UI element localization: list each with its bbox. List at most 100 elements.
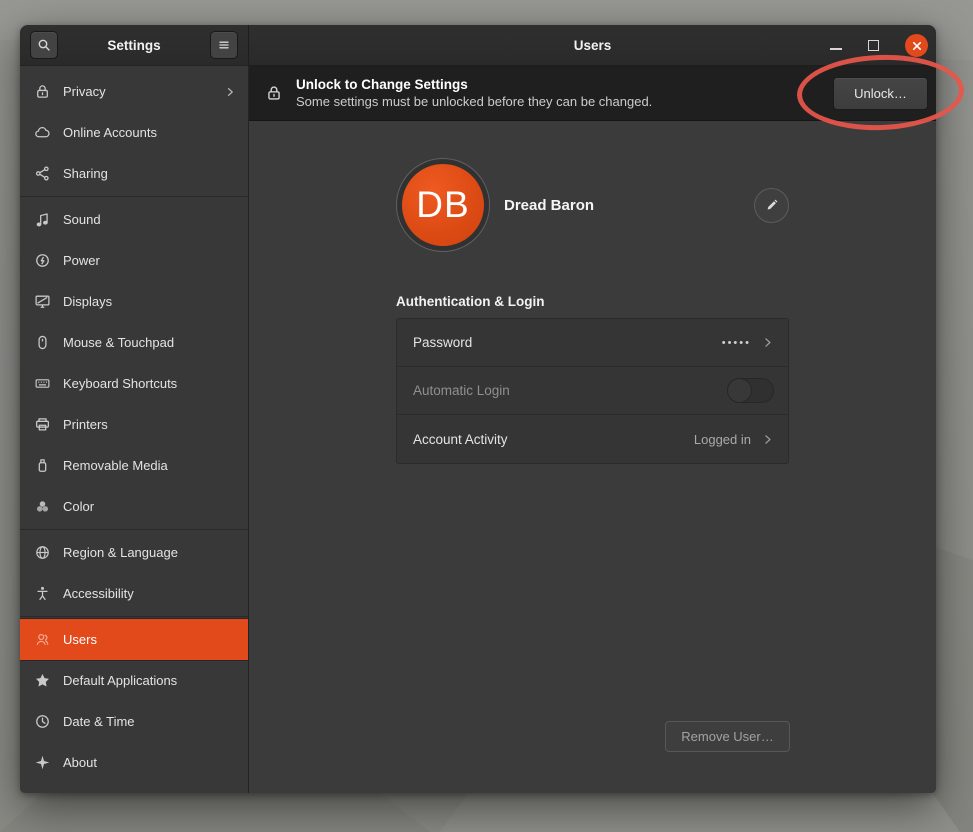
avatar-initials: DB [402, 164, 484, 246]
rename-user-button[interactable] [754, 188, 789, 223]
sidebar-item-label: About [63, 755, 236, 770]
automatic-login-label: Automatic Login [413, 383, 717, 398]
banner-subtitle: Some settings must be unlocked before th… [296, 94, 820, 109]
users-content: DB Dread Baron Authentication & Login Pa… [249, 121, 936, 793]
window-controls [830, 25, 928, 66]
account-activity-value: Logged in [694, 432, 751, 447]
main-header: Users [249, 25, 936, 66]
chevron-right-icon [761, 433, 774, 446]
color-circles-icon [34, 498, 51, 515]
search-icon [36, 37, 52, 53]
cloud-icon [34, 124, 51, 141]
auth-section-title: Authentication & Login [396, 294, 789, 309]
sidebar-separator [20, 616, 248, 617]
unlock-button[interactable]: Unlock… [833, 77, 928, 110]
minimize-icon [830, 48, 842, 50]
hamburger-icon [216, 37, 232, 53]
sidebar-item-label: Privacy [63, 84, 224, 99]
sidebar-item-color[interactable]: Color [20, 486, 248, 527]
lock-icon [34, 83, 51, 100]
sidebar-item-label: Online Accounts [63, 125, 236, 140]
sidebar-item-label: Default Applications [63, 673, 236, 688]
sidebar-item-label: Keyboard Shortcuts [63, 376, 236, 391]
banner-texts: Unlock to Change Settings Some settings … [296, 77, 820, 109]
sidebar-item-keyboard-shortcuts[interactable]: Keyboard Shortcuts [20, 363, 248, 404]
sidebar-separator [20, 529, 248, 530]
sidebar-item-label: Users [63, 632, 236, 647]
auth-card: Password ••••• Automatic Login Account A… [396, 318, 789, 464]
globe-icon [34, 544, 51, 561]
chevron-right-icon [761, 336, 774, 349]
sidebar: Privacy Online Accounts Sharing [20, 66, 249, 793]
sidebar-item-power[interactable]: Power [20, 240, 248, 281]
titlebar: Settings Users [20, 25, 936, 66]
chevron-right-icon [224, 86, 236, 98]
maximize-button[interactable] [868, 40, 879, 51]
sidebar-item-privacy[interactable]: Privacy [20, 71, 248, 112]
close-button[interactable] [905, 34, 928, 57]
minimize-button[interactable] [830, 42, 842, 50]
remove-user-button[interactable]: Remove User… [665, 721, 790, 752]
sidebar-item-label: Date & Time [63, 714, 236, 729]
search-button[interactable] [30, 31, 58, 59]
sidebar-item-online-accounts[interactable]: Online Accounts [20, 112, 248, 153]
flash-drive-icon [34, 457, 51, 474]
power-icon [34, 252, 51, 269]
lock-icon [265, 84, 283, 102]
sidebar-item-label: Accessibility [63, 586, 236, 601]
sidebar-item-region-language[interactable]: Region & Language [20, 532, 248, 573]
account-activity-label: Account Activity [413, 432, 684, 447]
sidebar-item-displays[interactable]: Displays [20, 281, 248, 322]
sidebar-item-sharing[interactable]: Sharing [20, 153, 248, 194]
password-row[interactable]: Password ••••• [397, 319, 788, 367]
avatar[interactable]: DB [396, 158, 490, 252]
sidebar-item-date-time[interactable]: Date & Time [20, 701, 248, 742]
sidebar-item-sound[interactable]: Sound [20, 199, 248, 240]
pencil-icon [765, 198, 779, 212]
password-label: Password [413, 335, 712, 350]
sidebar-separator [20, 196, 248, 197]
menu-button[interactable] [210, 31, 238, 59]
printer-icon [34, 416, 51, 433]
sidebar-item-label: Printers [63, 417, 236, 432]
user-full-name: Dread Baron [504, 197, 594, 214]
sidebar-item-label: Displays [63, 294, 236, 309]
sidebar-item-label: Sharing [63, 166, 236, 181]
account-activity-row[interactable]: Account Activity Logged in [397, 415, 788, 463]
share-icon [34, 165, 51, 182]
maximize-icon [868, 40, 879, 51]
users-icon [34, 631, 51, 648]
sidebar-item-accessibility[interactable]: Accessibility [20, 573, 248, 614]
music-note-icon [34, 211, 51, 228]
sidebar-item-label: Sound [63, 212, 236, 227]
keyboard-icon [34, 375, 51, 392]
unlock-banner: Unlock to Change Settings Some settings … [249, 66, 936, 121]
sidebar-item-users[interactable]: Users [20, 619, 248, 660]
sidebar-item-printers[interactable]: Printers [20, 404, 248, 445]
sidebar-item-label: Color [63, 499, 236, 514]
sidebar-item-about[interactable]: About [20, 742, 248, 783]
sidebar-item-removable-media[interactable]: Removable Media [20, 445, 248, 486]
sidebar-item-mouse-touchpad[interactable]: Mouse & Touchpad [20, 322, 248, 363]
mouse-icon [34, 334, 51, 351]
accessibility-icon [34, 585, 51, 602]
automatic-login-row: Automatic Login [397, 367, 788, 415]
star-icon [34, 672, 51, 689]
user-profile-row: DB Dread Baron [396, 158, 789, 252]
sparkle-icon [34, 754, 51, 771]
sidebar-item-default-applications[interactable]: Default Applications [20, 660, 248, 701]
display-icon [34, 293, 51, 310]
automatic-login-toggle[interactable] [727, 378, 774, 403]
sidebar-header: Settings [20, 25, 249, 66]
settings-window: Settings Users [20, 25, 936, 793]
sidebar-item-label: Power [63, 253, 236, 268]
close-icon [911, 40, 923, 52]
clock-icon [34, 713, 51, 730]
sidebar-item-label: Mouse & Touchpad [63, 335, 236, 350]
password-value: ••••• [722, 337, 751, 349]
sidebar-item-label: Region & Language [63, 545, 236, 560]
banner-title: Unlock to Change Settings [296, 77, 820, 92]
sidebar-item-label: Removable Media [63, 458, 236, 473]
toggle-knob [727, 378, 752, 403]
page-title: Users [574, 38, 612, 53]
